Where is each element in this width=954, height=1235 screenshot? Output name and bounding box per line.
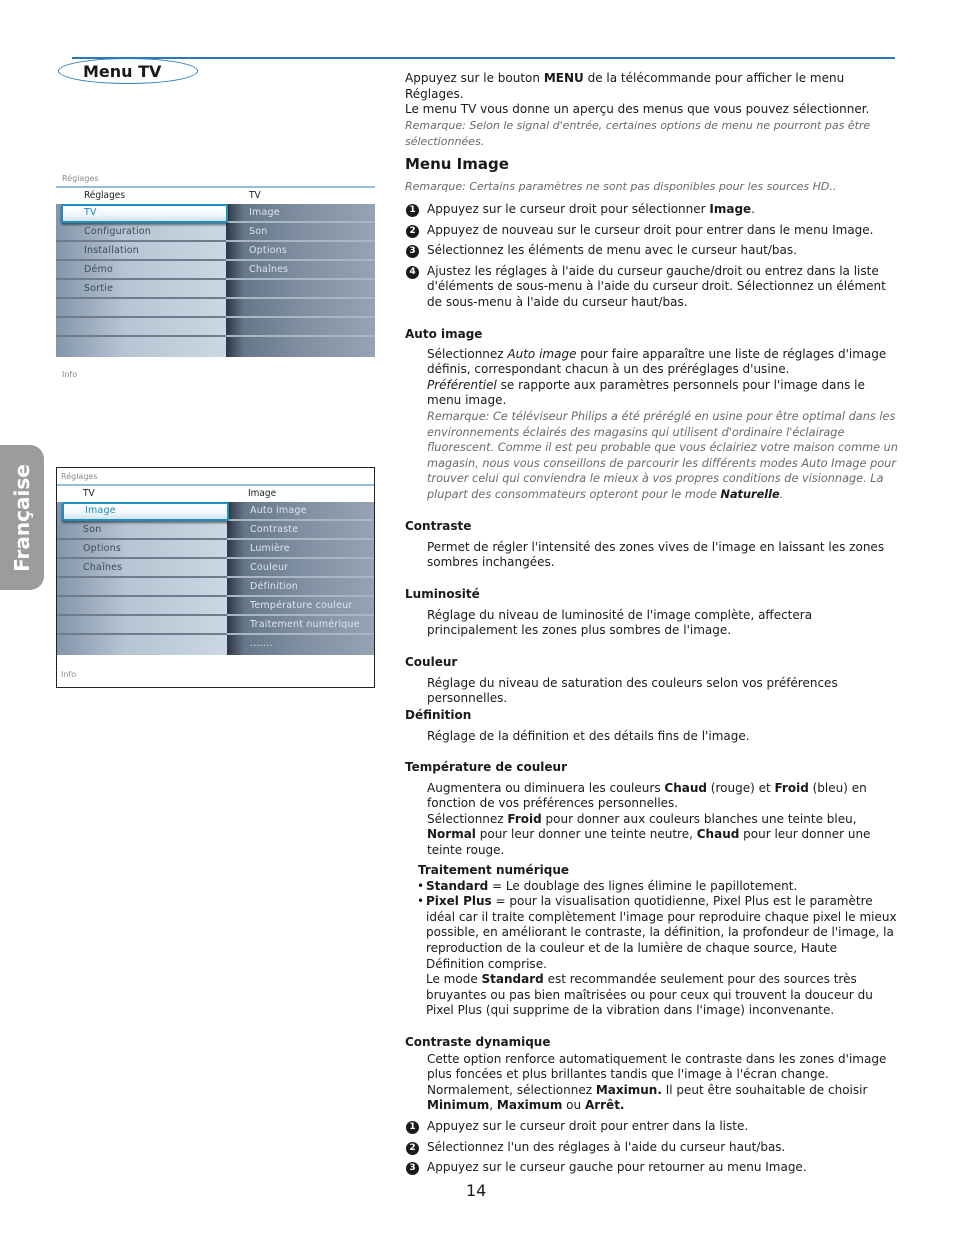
breadcrumb: Réglages xyxy=(62,174,99,183)
submenu-item-empty xyxy=(226,280,375,299)
menu-item-empty xyxy=(57,616,227,635)
submenu-item-more[interactable]: ....... xyxy=(227,635,374,654)
submenu-item-lumiere[interactable]: Lumière xyxy=(227,540,374,559)
tv-menu-screen-image: Réglages TV Image Image Son Options Chaî… xyxy=(56,467,375,688)
submenu-item-options[interactable]: Options xyxy=(226,242,375,261)
menu-image-note: Remarque: Certains paramètres ne sont pa… xyxy=(405,180,837,193)
step-number-icon: 1 xyxy=(406,1120,419,1134)
step-item: 3 Sélectionnez les éléments de menu avec … xyxy=(405,243,900,259)
submenu-item-contraste[interactable]: Contraste xyxy=(227,521,374,540)
section-temperature-couleur: Température de couleur Augmentera ou dim… xyxy=(405,760,900,859)
step-number-icon: 2 xyxy=(406,224,419,238)
section-heading: Traitement numérique xyxy=(418,863,570,877)
section-heading: Définition xyxy=(405,708,472,722)
submenu-item-empty xyxy=(226,318,375,337)
submenu-item-son[interactable]: Son xyxy=(226,223,375,242)
breadcrumb-rule xyxy=(57,484,374,486)
intro-block: Appuyez sur le bouton MENU de la télécom… xyxy=(405,71,900,118)
language-tab: Française xyxy=(0,445,44,590)
submenu-item-couleur[interactable]: Couleur xyxy=(227,559,374,578)
step-number-icon: 1 xyxy=(406,204,419,217)
right-column-header: TV xyxy=(249,190,261,201)
auto-image-note: Remarque: Ce téléviseur Philips a été pr… xyxy=(427,409,898,501)
step-item: 2 Appuyez de nouveau sur le curseur droit… xyxy=(405,223,900,239)
section-auto-image: Auto image Sélectionnez Auto image pour … xyxy=(405,327,900,503)
section-heading: Contraste xyxy=(405,519,472,533)
menu-panel: TV Configuration Installation Démo Sorti… xyxy=(56,204,375,357)
page-number: 14 xyxy=(466,1181,487,1200)
step-number-icon: 3 xyxy=(406,1162,419,1176)
submenu-item-image[interactable]: Image xyxy=(226,204,375,223)
breadcrumb: Réglages xyxy=(61,472,98,481)
language-label: Française xyxy=(10,463,34,572)
menu-image-steps: 1 Appuyez sur le curseur droit pour sélec… xyxy=(405,202,900,311)
breadcrumb-rule xyxy=(56,186,375,188)
menu-item-sortie[interactable]: Sortie xyxy=(56,280,226,299)
section-title-badge: Menu TV xyxy=(58,58,198,84)
menu-item-empty xyxy=(57,635,227,654)
menu-panel: Image Son Options Chaînes Auto image Con… xyxy=(57,502,374,655)
section-contraste-dynamique: Contraste dynamique Cette option renforc… xyxy=(405,1035,900,1176)
section-traitement-numerique: Traitement numérique • Standard = Le doub… xyxy=(417,863,897,1018)
left-column-header: TV xyxy=(83,488,95,499)
bullet-item: • Standard = Le doublage des lignes élimi… xyxy=(417,878,798,893)
step-item: 1 Appuyez sur le curseur droit pour entre… xyxy=(405,1119,900,1135)
step-item: 3 Appuyez sur le curseur gauche pour reto… xyxy=(405,1160,900,1176)
submenu-item-auto-image[interactable]: Auto image xyxy=(227,502,374,521)
tv-menu-screen-settings: Réglages Réglages TV TV Configuration In… xyxy=(56,170,375,385)
menu-item-son[interactable]: Son xyxy=(57,521,227,540)
menu-right-list: Auto image Contraste Lumière Couleur Déf… xyxy=(227,502,374,655)
section-heading: Luminosité xyxy=(405,587,480,601)
submenu-item-temperature-couleur[interactable]: Température couleur xyxy=(227,597,374,616)
menu-item-chaines[interactable]: Chaînes xyxy=(57,559,227,578)
menu-item-empty xyxy=(56,318,226,337)
menu-item-empty xyxy=(57,597,227,616)
menu-item-installation[interactable]: Installation xyxy=(56,242,226,261)
step-item: 4 Ajustez les réglages à l'aide du curseu… xyxy=(405,264,900,311)
section-luminosite: Luminosité Réglage du niveau de luminosi… xyxy=(405,587,900,639)
menu-left-list: Image Son Options Chaînes xyxy=(57,502,229,655)
section-heading: Couleur xyxy=(405,655,458,669)
info-label: Info xyxy=(62,370,78,379)
menu-item-empty xyxy=(56,337,226,356)
submenu-item-traitement-numerique[interactable]: Traitement numérique xyxy=(227,616,374,635)
section-contraste: Contraste Permet de régler l'intensité d… xyxy=(405,519,900,571)
submenu-item-definition[interactable]: Définition xyxy=(227,578,374,597)
section-title: Menu TV xyxy=(83,62,162,81)
info-label: Info xyxy=(61,670,77,679)
submenu-item-empty xyxy=(226,299,375,318)
header-rule xyxy=(72,57,895,59)
menu-item-empty xyxy=(57,578,227,597)
intro-paragraph-2: Le menu TV vous donne un aperçu des menu… xyxy=(405,102,870,117)
step-number-icon: 3 xyxy=(406,245,419,259)
section-couleur: Couleur Réglage du niveau de saturation … xyxy=(405,655,900,707)
section-heading: Auto image xyxy=(405,327,483,341)
menu-item-configuration[interactable]: Configuration xyxy=(56,223,226,242)
right-column-header: Image xyxy=(248,488,277,499)
step-number-icon: 2 xyxy=(406,1141,419,1155)
section-heading: Contraste dynamique xyxy=(405,1035,551,1049)
menu-item-demo[interactable]: Démo xyxy=(56,261,226,280)
submenu-item-empty xyxy=(226,337,375,356)
menu-right-list: Image Son Options Chaînes xyxy=(226,204,375,357)
left-column-header: Réglages xyxy=(84,190,126,201)
bullet-item: • Pixel Plus = pour la visualisation quot… xyxy=(417,894,897,971)
menu-item-empty xyxy=(56,299,226,318)
menu-image-heading: Menu Image xyxy=(405,155,509,173)
submenu-item-chaines[interactable]: Chaînes xyxy=(226,261,375,280)
step-number-icon: 4 xyxy=(406,265,419,279)
menu-item-image[interactable]: Image xyxy=(62,502,229,521)
step-item: 2 Sélectionnez l'un des réglages à l'aide… xyxy=(405,1140,900,1156)
section-definition: Définition Réglage de la définition et d… xyxy=(405,708,900,744)
intro-note: Remarque: Selon le signal d'entrée, cert… xyxy=(405,119,871,148)
menu-item-tv[interactable]: TV xyxy=(61,204,228,223)
menu-item-options[interactable]: Options xyxy=(57,540,227,559)
intro-paragraph: Appuyez sur le bouton MENU de la télécom… xyxy=(405,71,845,101)
section-heading: Température de couleur xyxy=(405,760,568,774)
step-item: 1 Appuyez sur le curseur droit pour sélec… xyxy=(405,202,900,218)
menu-left-list: TV Configuration Installation Démo Sorti… xyxy=(56,204,228,357)
